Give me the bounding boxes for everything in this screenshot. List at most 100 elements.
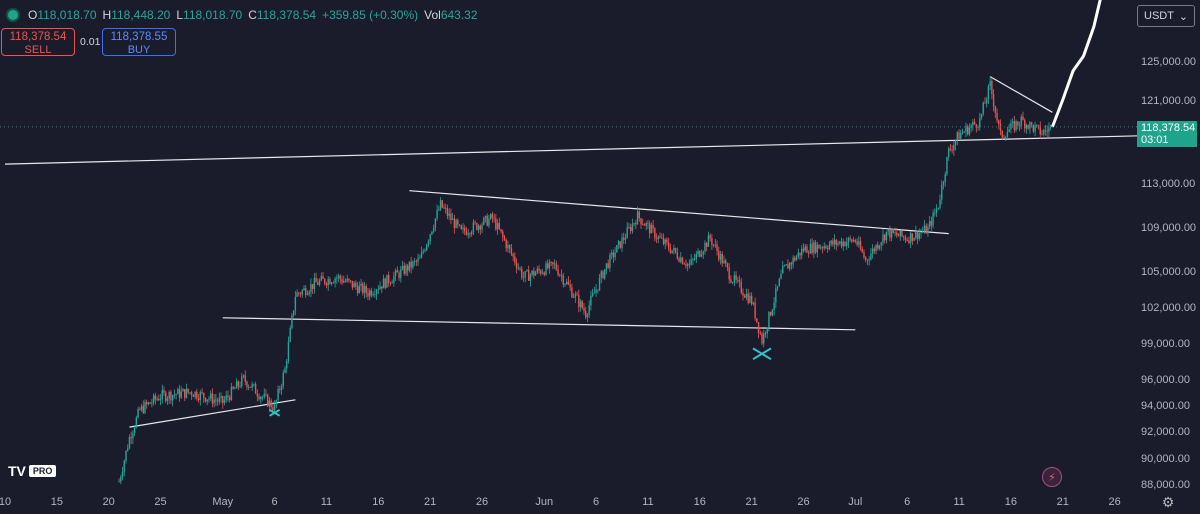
candle-body bbox=[128, 437, 131, 449]
price-chart[interactable]: 88,000.00 90,000.00 92,000.00 94,000.00 96,0… bbox=[0, 0, 1200, 514]
candle-body bbox=[146, 402, 148, 405]
candle bbox=[493, 213, 495, 223]
candle bbox=[683, 262, 685, 265]
candle-body bbox=[712, 244, 715, 246]
candle bbox=[522, 271, 525, 282]
candle-body bbox=[317, 282, 319, 285]
y-tick-label: 90,000.00 bbox=[1141, 453, 1190, 465]
y-tick-label: 109,000.00 bbox=[1141, 222, 1196, 234]
candle bbox=[605, 263, 608, 275]
candle-body bbox=[991, 81, 993, 95]
candle bbox=[1029, 120, 1031, 134]
candle bbox=[315, 272, 317, 283]
candle-body bbox=[699, 251, 701, 257]
candle-body bbox=[602, 271, 604, 279]
sell-button[interactable]: 118,378.54 SELL bbox=[1, 28, 75, 56]
candle-body bbox=[135, 417, 138, 428]
candle-body bbox=[811, 243, 813, 253]
candle bbox=[144, 399, 146, 415]
candle-body bbox=[832, 240, 834, 245]
gear-icon[interactable]: ⚙ bbox=[1160, 494, 1176, 510]
flash-icon[interactable]: ⚡ bbox=[1042, 467, 1062, 487]
candle bbox=[462, 223, 464, 234]
candle-body bbox=[1003, 137, 1005, 138]
candle-body bbox=[218, 397, 221, 402]
candle-body bbox=[719, 253, 722, 260]
candle-body bbox=[740, 281, 742, 293]
buy-button[interactable]: 118,378.55 BUY bbox=[102, 28, 176, 56]
candle-body bbox=[502, 231, 504, 237]
candle bbox=[635, 219, 637, 230]
candle bbox=[337, 273, 340, 282]
candle bbox=[239, 381, 241, 388]
candle bbox=[427, 239, 430, 248]
candle bbox=[852, 236, 855, 243]
candle bbox=[927, 223, 929, 237]
candle-body bbox=[899, 230, 901, 237]
candle bbox=[949, 143, 952, 152]
candle-body bbox=[897, 235, 900, 237]
candle bbox=[246, 380, 248, 391]
candle bbox=[154, 392, 157, 405]
candle-body bbox=[598, 277, 601, 291]
candle-body bbox=[382, 278, 385, 289]
candle-body bbox=[320, 276, 322, 281]
candle-body bbox=[400, 269, 402, 278]
candle-body bbox=[820, 247, 822, 249]
candle bbox=[365, 283, 367, 298]
candle-body bbox=[408, 261, 411, 271]
tradingview-logo[interactable]: TV PRO bbox=[8, 463, 57, 479]
candle bbox=[135, 415, 138, 429]
candle-body bbox=[419, 257, 421, 259]
candle-body bbox=[446, 208, 449, 216]
candle bbox=[344, 278, 347, 283]
candle-body bbox=[443, 207, 445, 209]
candle bbox=[737, 276, 739, 284]
candle bbox=[436, 204, 438, 221]
candle bbox=[311, 283, 314, 295]
candle bbox=[199, 390, 202, 406]
candle bbox=[797, 248, 800, 259]
candle bbox=[602, 270, 604, 280]
candle bbox=[899, 230, 901, 241]
candle-body bbox=[483, 217, 485, 225]
candle bbox=[833, 234, 836, 250]
x-tick-label: 10 bbox=[0, 496, 11, 508]
candle bbox=[180, 386, 182, 399]
candle bbox=[560, 269, 563, 282]
candle bbox=[925, 223, 927, 234]
candle bbox=[747, 288, 749, 305]
candle-body bbox=[298, 292, 300, 294]
candle-body bbox=[721, 253, 723, 264]
candle-body bbox=[460, 225, 462, 230]
sell-price: 118,378.54 bbox=[9, 31, 67, 43]
candle-body bbox=[842, 241, 844, 247]
candle bbox=[453, 214, 456, 234]
candle bbox=[771, 308, 774, 317]
candle-body bbox=[507, 244, 509, 249]
candle bbox=[441, 199, 443, 209]
candle-body bbox=[522, 277, 525, 279]
candle-body bbox=[992, 94, 995, 107]
candle-body bbox=[604, 269, 606, 279]
candle bbox=[324, 278, 326, 286]
candle bbox=[356, 281, 359, 296]
candle-body bbox=[825, 246, 827, 249]
candle-body bbox=[239, 386, 241, 387]
candle-body bbox=[669, 248, 672, 253]
currency-select[interactable]: USDT ⌄ bbox=[1137, 5, 1195, 27]
candle bbox=[552, 261, 554, 270]
candle bbox=[782, 261, 784, 274]
candle-body bbox=[906, 240, 908, 241]
candle-body bbox=[341, 279, 343, 283]
candle-body bbox=[629, 226, 632, 232]
candle-body bbox=[935, 208, 938, 213]
candle bbox=[1039, 121, 1041, 139]
open-value: 118,018.70 bbox=[37, 8, 97, 22]
candle-body bbox=[771, 309, 774, 316]
candle bbox=[806, 243, 808, 253]
candle-body bbox=[391, 282, 393, 284]
candle bbox=[491, 211, 494, 223]
candle bbox=[251, 381, 253, 391]
candle-body bbox=[121, 471, 124, 478]
